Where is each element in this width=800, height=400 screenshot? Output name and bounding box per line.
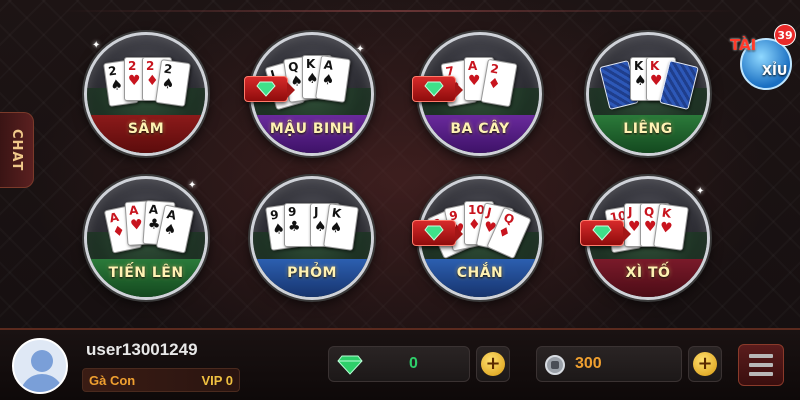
game-mau-binh-label: MẬU BINH — [269, 121, 355, 137]
coin-wallet: 300 — [536, 346, 682, 382]
sparkle-icon: ✦ — [92, 40, 101, 51]
avatar[interactable] — [12, 338, 68, 394]
gem-balance: 0 — [409, 355, 418, 372]
avatar-icon — [31, 350, 53, 372]
hot-badge — [412, 220, 463, 246]
user-rank: Gà Con — [89, 373, 136, 388]
coin-icon — [545, 355, 565, 375]
plus-icon: + — [693, 352, 717, 376]
cards-art: 2 ♠ 2 ♥ 2 ♦ 2 ♠ — [98, 53, 194, 123]
tai-label: TÀI — [730, 36, 757, 54]
coin-balance: 300 — [575, 355, 602, 372]
diamond-icon — [592, 225, 612, 241]
game-lieng[interactable]: K ♠ K ♥ LIÊNG — [586, 32, 710, 156]
hot-badge — [244, 76, 295, 102]
hot-badge — [412, 76, 463, 102]
top-divider — [60, 10, 740, 12]
diamond-icon — [424, 225, 444, 241]
tai-xiu-count-badge: 39 — [774, 24, 796, 46]
menu-button[interactable] — [738, 344, 784, 386]
sparkle-icon: ✦ — [188, 180, 197, 191]
menu-icon — [749, 354, 773, 358]
sparkle-icon: ✦ — [356, 44, 365, 55]
cards-art: A ♦ A ♥ A ♣ A ♠ — [98, 197, 195, 267]
bottom-bar: user13001249 Gà Con VIP 0 0 + 300 + — [0, 328, 800, 400]
game-phom[interactable]: 9 ♠ 9 ♣ J ♠ K ♠ PHỎM — [250, 176, 374, 300]
diamond-icon — [337, 355, 363, 375]
gem-wallet: 0 — [328, 346, 470, 382]
rank-pill: Gà Con VIP 0 — [82, 368, 240, 392]
diamond-icon — [256, 81, 276, 97]
game-xi-to-label: XÌ TỐ — [625, 265, 671, 281]
tai-xiu-button[interactable]: TÀI XỈU 39 — [726, 22, 798, 94]
add-gems-button[interactable]: + — [476, 346, 510, 382]
chat-tab[interactable]: CHAT — [0, 112, 34, 188]
game-phom-label: PHỎM — [287, 265, 337, 281]
game-sam[interactable]: 2 ♠ 2 ♥ 2 ♦ 2 ♠ SÂM — [84, 32, 208, 156]
sparkle-icon: ✦ — [696, 186, 705, 197]
xiu-label: XỈU — [762, 64, 788, 79]
add-coins-button[interactable]: + — [688, 346, 722, 382]
game-lieng-label: LIÊNG — [623, 121, 673, 137]
username: user13001249 — [86, 340, 198, 359]
game-sam-label: SÂM — [127, 121, 165, 137]
vip-level: VIP 0 — [201, 373, 233, 388]
diamond-icon — [424, 81, 444, 97]
cards-art: K ♠ K ♥ — [599, 53, 699, 123]
plus-icon: + — [481, 352, 505, 376]
game-tien-len[interactable]: A ♦ A ♥ A ♣ A ♠ TIẾN LÊN — [84, 176, 208, 300]
game-ba-cay-label: BA CÂY — [450, 121, 510, 137]
cards-art: 9 ♠ 9 ♣ J ♠ K ♠ — [264, 197, 360, 267]
hot-badge — [580, 220, 631, 246]
game-tien-len-label: TIẾN LÊN — [108, 265, 184, 281]
game-chan-label: CHẮN — [456, 265, 504, 281]
chat-tab-label: CHAT — [9, 128, 24, 172]
